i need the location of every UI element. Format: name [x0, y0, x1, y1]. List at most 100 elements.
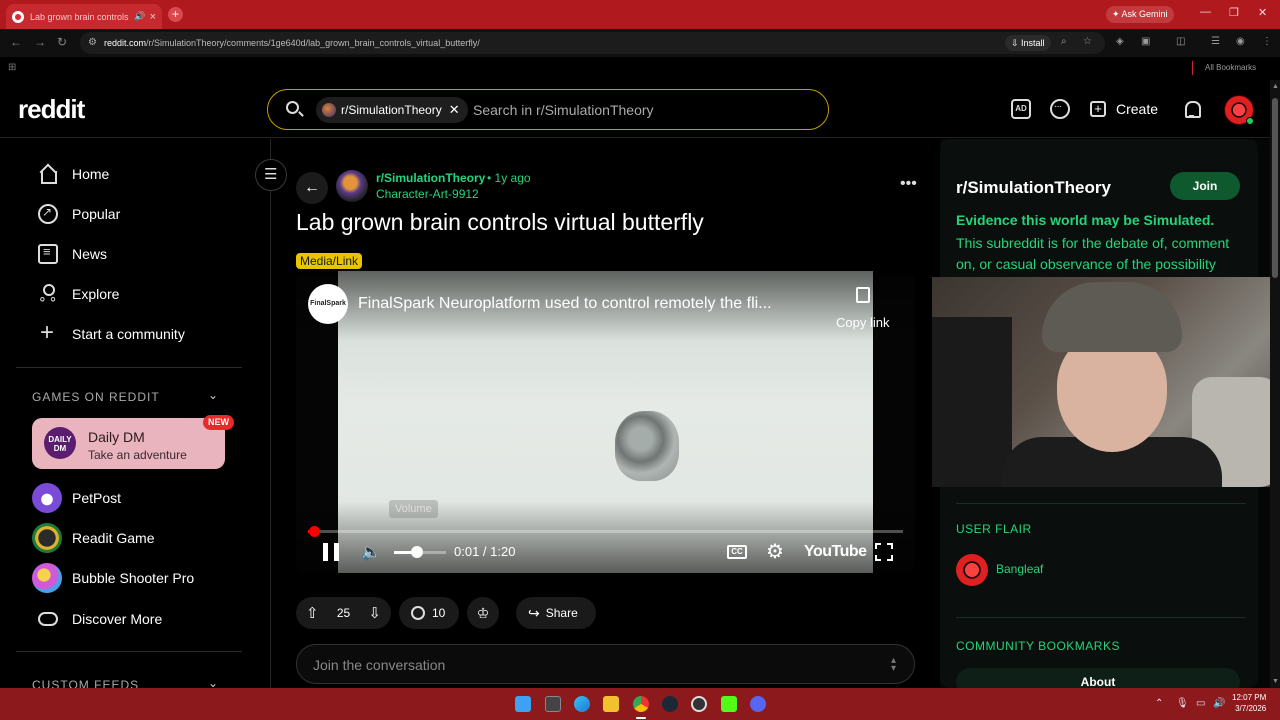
close-window-icon[interactable]: ✕ [1258, 6, 1267, 19]
install-app-button[interactable]: ⇩ Install [1005, 35, 1051, 51]
post-flair[interactable]: Media/Link [296, 253, 363, 269]
sidebar-item-explore[interactable]: Explore [38, 283, 119, 307]
sidebar-item-start-community[interactable]: Start a community [38, 319, 185, 347]
reload-icon[interactable]: ↻ [57, 35, 67, 49]
task-view-icon[interactable] [545, 696, 561, 712]
comments-button[interactable]: 10 [399, 597, 459, 629]
custom-feeds-section-header[interactable]: CUSTOM FEEDS [32, 678, 139, 688]
split-view-icon[interactable]: ◫ [1176, 36, 1185, 47]
comment-box[interactable]: ▴▾ [296, 644, 915, 684]
settings-gear-icon[interactable]: ⚙ [766, 539, 784, 564]
back-icon[interactable]: ← [10, 35, 22, 49]
tray-chevron-icon[interactable]: ⌃ [1155, 698, 1163, 709]
more-options-icon[interactable]: ••• [900, 175, 917, 193]
apps-grid-icon[interactable]: ⊞ [8, 62, 16, 73]
collapse-sidebar-button[interactable] [255, 159, 287, 191]
scrollbar-thumb[interactable] [1272, 98, 1278, 278]
flair-name[interactable]: Bangleaf [996, 562, 1043, 576]
reading-list-icon[interactable]: ☰ [1211, 36, 1220, 47]
speaker-icon[interactable]: 🔊 [1213, 698, 1225, 709]
comment-input[interactable] [313, 655, 873, 675]
share-button[interactable]: ↪ Share [516, 597, 596, 629]
sidebar-item-news[interactable]: News [38, 243, 107, 265]
fullscreen-icon[interactable] [875, 543, 893, 561]
microphone-icon[interactable]: 🎙 [1176, 698, 1189, 709]
daily-dm-card[interactable]: DAILY DM Daily DM Take an adventure [32, 418, 225, 469]
subreddit-avatar[interactable] [336, 170, 368, 202]
taskbar-clock[interactable]: 12:07 PM 3/7/2026 [1232, 692, 1266, 714]
obs-icon[interactable] [691, 696, 707, 712]
new-tab-button[interactable]: + [168, 7, 183, 22]
bookmark-star-icon[interactable]: ☆ [1083, 36, 1092, 47]
video-progress-bar[interactable] [308, 530, 903, 533]
scroll-down-icon[interactable]: ▼ [1272, 678, 1279, 685]
scroll-up-icon[interactable]: ▲ [1272, 83, 1279, 90]
join-button[interactable]: Join [1170, 172, 1240, 200]
profile-icon[interactable]: ◉ [1236, 36, 1245, 47]
restore-icon[interactable]: ❐ [1229, 6, 1239, 19]
page-scrollbar[interactable]: ▲ ▼ [1270, 80, 1280, 688]
plus-icon [38, 319, 58, 347]
subreddit-chip-avatar [322, 103, 336, 117]
volume-icon[interactable]: 🔈 [361, 542, 381, 562]
resize-handle-icon[interactable]: ▴ ▾ [891, 656, 896, 674]
subreddit-search-chip[interactable]: r/SimulationTheory ✕ [316, 97, 468, 123]
youtube-logo[interactable]: YouTube [804, 543, 867, 561]
browser-tab[interactable]: Lab grown brain controls vi 🔊 × [6, 4, 162, 29]
close-tab-icon[interactable]: × [150, 11, 156, 23]
forward-icon[interactable]: → [34, 35, 46, 49]
game-item-readit[interactable]: Readit Game [32, 522, 154, 554]
network-icon[interactable]: ▭ [1196, 698, 1205, 709]
game-item-petpost[interactable]: PetPost [32, 482, 121, 514]
pause-icon[interactable] [323, 543, 339, 561]
url-field[interactable]: ⚙ reddit.com/r/SimulationTheory/comments… [80, 32, 1105, 54]
chrome-icon[interactable] [633, 696, 649, 712]
discord-icon[interactable] [750, 696, 766, 712]
search-input[interactable] [473, 100, 813, 120]
sidebar-item-popular[interactable]: Popular [38, 203, 120, 225]
post-author[interactable]: Character-Art-9912 [376, 187, 479, 201]
upvote-icon[interactable]: ⇧ [306, 604, 319, 622]
channel-avatar[interactable]: FinalSpark [308, 284, 348, 324]
site-info-icon[interactable]: ⚙ [88, 32, 97, 54]
user-avatar[interactable] [1224, 95, 1254, 125]
steam-icon[interactable] [662, 696, 678, 712]
progress-scrubber[interactable] [309, 526, 320, 537]
chevron-down-icon[interactable]: ⌄ [208, 388, 218, 402]
windows-start-icon[interactable] [515, 696, 531, 712]
remove-chip-icon[interactable]: ✕ [449, 102, 460, 118]
file-explorer-icon[interactable] [603, 696, 619, 712]
minimize-icon[interactable]: — [1200, 6, 1211, 18]
kick-icon[interactable] [721, 696, 737, 712]
edge-icon[interactable] [574, 696, 590, 712]
advertise-icon[interactable]: AD [1011, 99, 1031, 119]
captions-icon[interactable]: CC [727, 545, 747, 559]
game-item-bubble-shooter[interactable]: Bubble Shooter Pro [32, 562, 194, 594]
volume-knob[interactable] [411, 546, 423, 558]
all-bookmarks-link[interactable]: All Bookmarks [1205, 63, 1256, 72]
search-bar[interactable]: r/SimulationTheory ✕ [267, 89, 829, 130]
sidebar-item-home[interactable]: Home [38, 163, 109, 185]
back-button[interactable]: ← [296, 172, 328, 204]
copy-link-label[interactable]: Copy link [836, 315, 889, 330]
video-title[interactable]: FinalSpark Neuroplatform used to control… [358, 295, 772, 313]
menu-icon[interactable]: ⋮ [1262, 36, 1272, 47]
copy-link-icon[interactable] [856, 287, 870, 303]
games-section-header[interactable]: GAMES ON REDDIT [32, 390, 160, 404]
video-player[interactable]: FinalSpark FinalSpark Neuroplatform used… [296, 271, 915, 573]
zoom-icon[interactable]: ⌕ [1061, 36, 1067, 47]
subreddit-link[interactable]: r/SimulationTheory [376, 171, 485, 185]
reddit-logo[interactable]: reddit [18, 94, 85, 125]
audio-icon[interactable]: 🔊 [134, 11, 145, 22]
notifications-bell-icon[interactable] [1182, 99, 1202, 119]
award-button[interactable]: ♔ [467, 597, 499, 629]
ask-gemini-button[interactable]: ✦ Ask Gemini [1106, 6, 1174, 23]
chat-icon[interactable] [1050, 99, 1070, 119]
chevron-down-icon[interactable]: ⌄ [208, 676, 218, 688]
create-post-button[interactable]: + Create [1090, 98, 1158, 120]
puzzle-icon[interactable]: ▣ [1141, 36, 1150, 47]
extension-icon[interactable]: ◈ [1116, 36, 1124, 47]
about-button[interactable]: About [956, 668, 1240, 688]
sidebar-item-discover-more[interactable]: Discover More [38, 608, 162, 630]
downvote-icon[interactable]: ⇩ [368, 604, 381, 622]
